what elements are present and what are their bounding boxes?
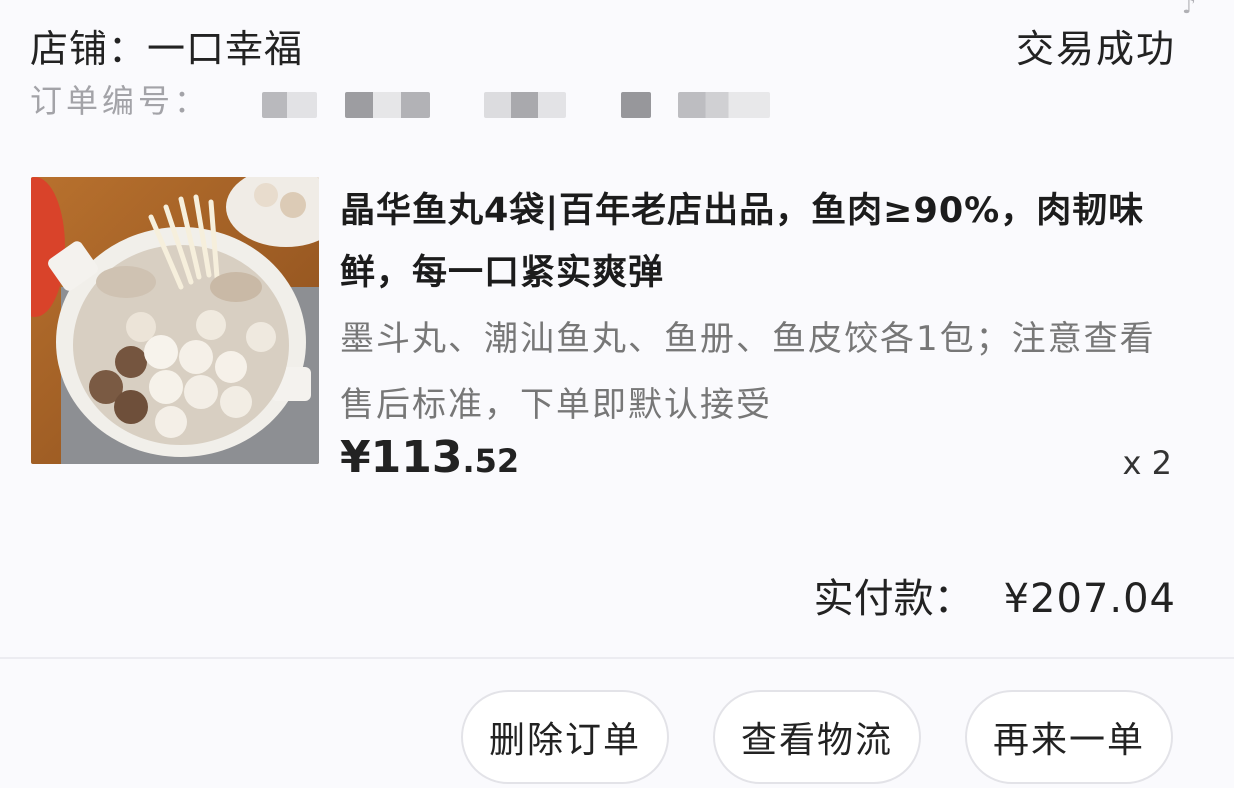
product-price: ¥113.52 xyxy=(340,432,519,483)
mosaic-block xyxy=(345,92,430,118)
mosaic-block xyxy=(262,92,317,118)
divider xyxy=(0,657,1234,659)
shop-header[interactable]: 店铺：一口幸福 xyxy=(30,18,303,73)
reorder-button[interactable]: 再来一单 xyxy=(965,690,1173,784)
payment-label: 实付款： xyxy=(813,576,974,622)
watermark-icon: ♪ xyxy=(1181,0,1196,19)
mosaic-block xyxy=(484,92,566,118)
product-title[interactable]: 晶华鱼丸4袋|百年老店出品，鱼肉≥90%，肉韧味鲜，每一口紧实爽弹 xyxy=(340,180,1180,304)
order-card: ♪ 店铺：一口幸福 交易成功 订单编号： 晶华鱼丸4袋|百年老店出品，鱼肉≥90… xyxy=(0,0,1234,788)
order-number-label: 订单编号： xyxy=(30,82,211,120)
fishball-hotpot-image xyxy=(31,177,319,464)
payment-amount: ¥207.04 xyxy=(1003,576,1176,622)
shop-name: 一口幸福 xyxy=(147,27,304,71)
price-decimal: .52 xyxy=(462,442,520,480)
price-integer: 113 xyxy=(370,432,463,483)
order-status: 交易成功 xyxy=(1015,27,1176,71)
view-logistics-button[interactable]: 查看物流 xyxy=(713,690,921,784)
delete-order-button[interactable]: 删除订单 xyxy=(461,690,669,784)
product-quantity: x 2 xyxy=(1122,444,1172,482)
price-currency: ¥ xyxy=(340,432,371,483)
product-image[interactable] xyxy=(31,177,319,464)
mosaic-block xyxy=(621,92,651,118)
product-spec: 墨斗丸、潮汕鱼丸、鱼册、鱼皮饺各1包；注意查看售后标准，下单即默认接受 xyxy=(340,319,1156,425)
shop-label: 店铺： xyxy=(30,27,148,71)
mosaic-block xyxy=(678,92,770,118)
payment-total: 实付款： ¥207.04 xyxy=(814,566,1176,624)
